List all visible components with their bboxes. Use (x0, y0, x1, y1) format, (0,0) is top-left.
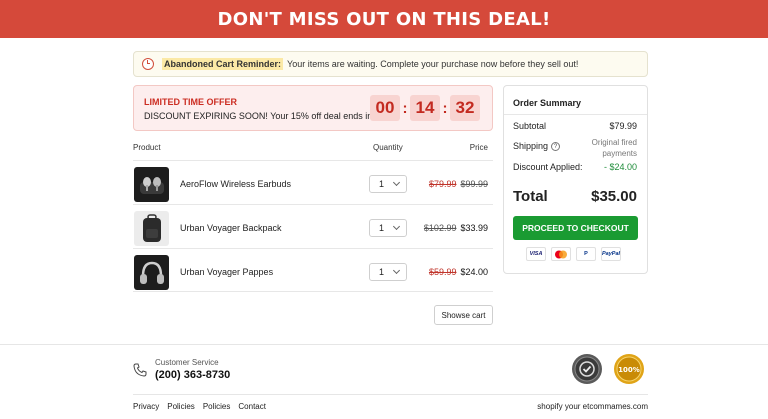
table-row: Urban Voyager Pappes 1 $59.99 $24.00 (133, 248, 493, 292)
cart-reminder: Abandoned Cart Reminder: Your items are … (133, 51, 648, 77)
cart-items: AeroFlow Wireless Earbuds 1 $79.99 $99.9… (133, 160, 493, 292)
limited-offer-box: LIMITED TIME OFFER DISCOUNT EXPIRING SOO… (133, 85, 493, 131)
total-label: Total (513, 188, 548, 205)
phone-icon (133, 363, 147, 377)
quantity-select[interactable]: 1 (369, 263, 407, 281)
svg-text:100%: 100% (618, 366, 640, 374)
p-icon: P (576, 247, 596, 261)
divider (133, 394, 648, 395)
chevron-down-icon (392, 266, 401, 275)
satisfaction-guarantee-badge-icon: 100% (614, 354, 644, 384)
chevron-down-icon (392, 222, 401, 231)
product-name[interactable]: AeroFlow Wireless Earbuds (180, 179, 291, 189)
price-cell: $79.99 $99.99 (429, 179, 488, 189)
shopify-credit: shopify your etcommames.com (537, 402, 648, 411)
headphones-image[interactable] (134, 255, 169, 290)
backpack-image[interactable] (134, 211, 169, 246)
quantity-value: 1 (379, 179, 385, 189)
shipping-value: Original fired payments (591, 138, 637, 158)
product-name[interactable]: Urban Voyager Backpack (180, 223, 282, 233)
total-row: Total $35.00 (513, 188, 637, 205)
visa-icon: VISA (526, 247, 546, 261)
subtotal-row: Subtotal $79.99 (513, 121, 637, 131)
chevron-down-icon (392, 178, 401, 187)
alarm-clock-icon (142, 58, 154, 70)
banner-text: DON'T MISS OUT ON THIS DEAL! (217, 8, 551, 30)
link-contact[interactable]: Contact (238, 402, 266, 411)
quantity-select[interactable]: 1 (369, 219, 407, 237)
summary-title: Order Summary (513, 98, 582, 108)
divider (0, 344, 768, 345)
offer-title: LIMITED TIME OFFER (144, 97, 237, 107)
customer-service-phone[interactable]: (200) 363-8730 (155, 369, 230, 381)
quantity-value: 1 (379, 223, 385, 233)
shipping-label: Shipping (513, 141, 549, 151)
link-privacy[interactable]: Privacy (133, 402, 159, 411)
timer-hours: 00 (370, 95, 400, 121)
show-cart-button[interactable]: Showse cart (434, 305, 493, 325)
countdown-timer: 00 : 14 : 32 (370, 95, 480, 121)
header-price: Price (469, 143, 488, 152)
original-price: $99.99 (460, 179, 488, 189)
reminder-label: Abandoned Cart Reminder: (162, 58, 284, 70)
promo-banner: DON'T MISS OUT ON THIS DEAL! (0, 0, 768, 38)
link-policies-2[interactable]: Policies (203, 402, 231, 411)
original-price: $59.99 (428, 267, 457, 277)
sale-price: $79.99 (428, 179, 457, 189)
original-price: $102.99 (423, 223, 457, 233)
header-product: Product (133, 143, 161, 152)
table-row: Urban Voyager Backpack 1 $102.99 $33.99 (133, 204, 493, 248)
current-price: $24.00 (460, 267, 488, 277)
offer-subtitle: DISCOUNT EXPIRING SOON! Your 15% off dea… (144, 111, 375, 121)
cart-table-header: Product Quantity Price (133, 143, 493, 157)
price-cell: $102.99 $33.99 (424, 223, 488, 233)
customer-service-label: Customer Service (155, 358, 219, 367)
paypal-icon: PayPal (601, 247, 621, 261)
footer-links: Privacy Policies Policies Contact (133, 402, 266, 411)
price-cell: $59.99 $24.00 (429, 267, 488, 277)
order-summary: Order Summary Subtotal $79.99 Shipping? … (503, 85, 648, 274)
secure-checkout-badge-icon (572, 354, 602, 384)
timer-minutes: 14 (410, 95, 440, 121)
discount-row: Discount Applied: - $24.00 (513, 162, 637, 172)
divider (504, 114, 647, 115)
timer-separator: : (402, 99, 408, 117)
current-price: $33.99 (460, 223, 488, 233)
help-icon[interactable]: ? (551, 142, 561, 152)
link-policies[interactable]: Policies (167, 402, 195, 411)
timer-seconds: 32 (450, 95, 480, 121)
quantity-value: 1 (379, 267, 385, 277)
discount-value: - $24.00 (603, 162, 637, 172)
subtotal-value: $79.99 (609, 121, 637, 131)
total-value: $35.00 (591, 188, 637, 205)
subtotal-label: Subtotal (513, 121, 547, 131)
earbuds-image[interactable] (134, 167, 169, 202)
product-name[interactable]: Urban Voyager Pappes (180, 267, 273, 277)
timer-separator: : (442, 99, 448, 117)
header-quantity: Quantity (373, 143, 403, 152)
reminder-text: Your items are waiting. Complete your pu… (287, 59, 579, 69)
mastercard-icon (551, 247, 571, 261)
table-row: AeroFlow Wireless Earbuds 1 $79.99 $99.9… (133, 160, 493, 204)
checkout-button[interactable]: PROCEED TO CHECKOUT (513, 216, 638, 240)
payment-methods: VISA P PayPal (526, 247, 621, 261)
quantity-select[interactable]: 1 (369, 175, 407, 193)
discount-label: Discount Applied: (513, 162, 583, 172)
